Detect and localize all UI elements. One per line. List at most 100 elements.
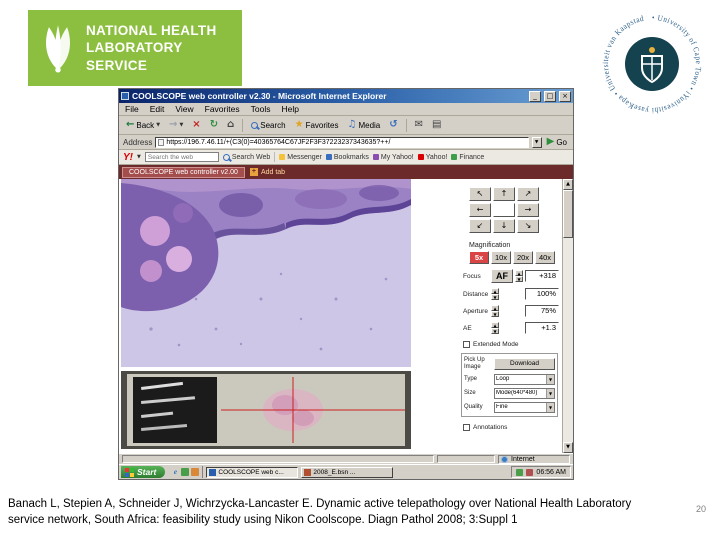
minimize-button[interactable]: _ [529, 90, 541, 102]
annotations-checkbox[interactable] [463, 423, 470, 431]
yahoo-dropdown-icon[interactable]: ▼ [137, 154, 141, 160]
menu-view[interactable]: View [175, 104, 193, 114]
quick-launch-icon[interactable] [191, 468, 200, 476]
spin-down-icon[interactable]: ▼ [491, 328, 499, 334]
address-input[interactable]: https://196.7.46.11/+(C3(0)=40365764C67J… [155, 136, 529, 148]
stage-right-button[interactable]: → [517, 203, 539, 217]
extended-mode-checkbox[interactable] [463, 341, 470, 348]
quick-launch-icon[interactable] [181, 468, 190, 476]
menu-favorites[interactable]: Favorites [205, 104, 240, 114]
yahoo-logo[interactable]: Y! [123, 152, 133, 163]
start-label: Start [137, 467, 157, 477]
size-select[interactable]: Mode(640*480) ▼ [494, 387, 555, 399]
maximize-button[interactable]: □ [544, 90, 556, 102]
distance-spinner[interactable]: ▲ ▼ [491, 288, 499, 300]
mail-button[interactable]: ✉ [412, 119, 426, 131]
status-zone-label: Internet [511, 455, 535, 463]
back-dropdown-icon[interactable]: ▼ [156, 122, 160, 128]
window-titlebar[interactable]: COOLSCOPE web controller v2.30 - Microso… [119, 89, 573, 103]
yahoo-item-yahoo[interactable]: Yahoo! [417, 154, 447, 161]
favorites-label: Favorites [305, 120, 339, 130]
tray-icon[interactable] [516, 468, 524, 476]
home-button[interactable]: ⌂ [224, 119, 237, 131]
stage-down-left-button[interactable]: ↙ [469, 219, 491, 233]
chevron-down-icon[interactable]: ▼ [546, 402, 554, 412]
mag-10x-button[interactable]: 10x [491, 251, 511, 264]
spin-down-icon[interactable]: ▼ [491, 294, 499, 300]
forward-button[interactable]: → ▼ [166, 119, 186, 131]
stop-button[interactable]: × [189, 119, 203, 131]
media-button[interactable]: ♫ Media [344, 119, 383, 131]
status-progress-cell [437, 455, 495, 463]
aperture-spinner[interactable]: ▲ ▼ [491, 305, 499, 317]
distance-row: Distance ▲ ▼ 100% [463, 288, 559, 300]
stage-down-right-button[interactable]: ↘ [517, 219, 539, 233]
vertical-scrollbar[interactable]: ▲ ▼ [562, 179, 573, 453]
quality-select[interactable]: Fine ▼ [494, 401, 555, 413]
yahoo-search-button[interactable]: Search Web [222, 153, 270, 161]
focus-spinner[interactable]: ▲ ▼ [515, 270, 523, 282]
yahoo-separator [274, 152, 276, 162]
type-select[interactable]: Loop ▼ [494, 373, 555, 385]
back-button[interactable]: ← Back ▼ [123, 119, 163, 131]
coolscope-tab[interactable]: COOLSCOPE web controller v2.00 [122, 166, 245, 178]
size-label: Size [464, 389, 476, 396]
history-button[interactable]: ↺ [386, 119, 400, 131]
menu-edit[interactable]: Edit [150, 104, 165, 114]
yahoo-item-messenger[interactable]: Messenger [279, 154, 322, 161]
mag-5x-button[interactable]: 5x [469, 251, 489, 264]
print-button[interactable]: ▤ [429, 119, 444, 131]
quick-launch: e [168, 466, 204, 478]
spin-down-icon[interactable]: ▼ [515, 276, 523, 282]
ie-quick-launch-icon[interactable]: e [171, 468, 179, 476]
af-button[interactable]: AF [491, 269, 513, 283]
scroll-down-icon[interactable]: ▼ [563, 442, 573, 453]
address-dropdown-icon[interactable]: ▼ [531, 136, 542, 148]
stage-left-button[interactable]: ← [469, 203, 491, 217]
start-button[interactable]: Start [121, 466, 166, 478]
ae-spinner[interactable]: ▲ ▼ [491, 322, 499, 334]
chevron-down-icon[interactable]: ▼ [546, 388, 554, 398]
slide-overview-image[interactable] [121, 371, 411, 449]
distance-value-field[interactable]: 100% [525, 288, 559, 300]
scrollbar-thumb[interactable] [563, 190, 573, 238]
spin-down-icon[interactable]: ▼ [491, 311, 499, 317]
favorites-button[interactable]: ★ Favorites [292, 119, 342, 131]
chevron-down-icon[interactable]: ▼ [546, 374, 554, 384]
taskbar-window-coolscope[interactable]: COOLSCOPE web c... [206, 466, 299, 478]
citation-line1: Banach L, Stepien A, Schneider J, Wichrz… [8, 498, 632, 510]
download-button[interactable]: Download [494, 357, 555, 370]
go-button[interactable]: ▶ Go [545, 137, 569, 147]
add-tab-button[interactable]: + Add tab [249, 168, 285, 176]
media-label: Media [358, 120, 381, 130]
focus-value-field[interactable]: +318 [525, 270, 559, 282]
close-button[interactable]: × [559, 90, 571, 102]
microscope-live-image[interactable] [121, 179, 411, 367]
forward-dropdown-icon[interactable]: ▼ [179, 122, 183, 128]
mag-40x-button[interactable]: 40x [535, 251, 555, 264]
menu-file[interactable]: File [125, 104, 139, 114]
taskbar-window-file[interactable]: 2008_E.bsn ... [301, 466, 394, 478]
internet-globe-icon [501, 455, 508, 463]
mag-20x-button[interactable]: 20x [513, 251, 533, 264]
yahoo-item-finance[interactable]: Finance [451, 154, 484, 161]
stage-down-button[interactable]: ↓ [493, 219, 515, 233]
ae-value-field[interactable]: +1.3 [525, 322, 559, 334]
tray-icon[interactable] [526, 468, 534, 476]
citation-line2: service network, South Africa: feasibili… [8, 513, 518, 526]
stage-up-right-button[interactable]: ↗ [517, 187, 539, 201]
refresh-button[interactable]: ↻ [207, 119, 221, 131]
stage-up-left-button[interactable]: ↖ [469, 187, 491, 201]
menu-help[interactable]: Help [281, 104, 298, 114]
search-button[interactable]: Search [248, 120, 288, 131]
my-yahoo-icon [372, 154, 379, 160]
scroll-up-icon[interactable]: ▲ [563, 179, 573, 190]
size-row: Size Mode(640*480) ▼ [464, 387, 555, 399]
yahoo-item-my-yahoo[interactable]: My Yahoo! [372, 154, 414, 161]
windows-flag-icon [125, 467, 134, 477]
menu-tools[interactable]: Tools [251, 104, 271, 114]
aperture-value-field[interactable]: 75% [525, 305, 559, 317]
stage-up-button[interactable]: ↑ [493, 187, 515, 201]
yahoo-search-input[interactable]: Search the web [144, 152, 219, 162]
yahoo-item-bookmarks[interactable]: Bookmarks [325, 154, 369, 161]
